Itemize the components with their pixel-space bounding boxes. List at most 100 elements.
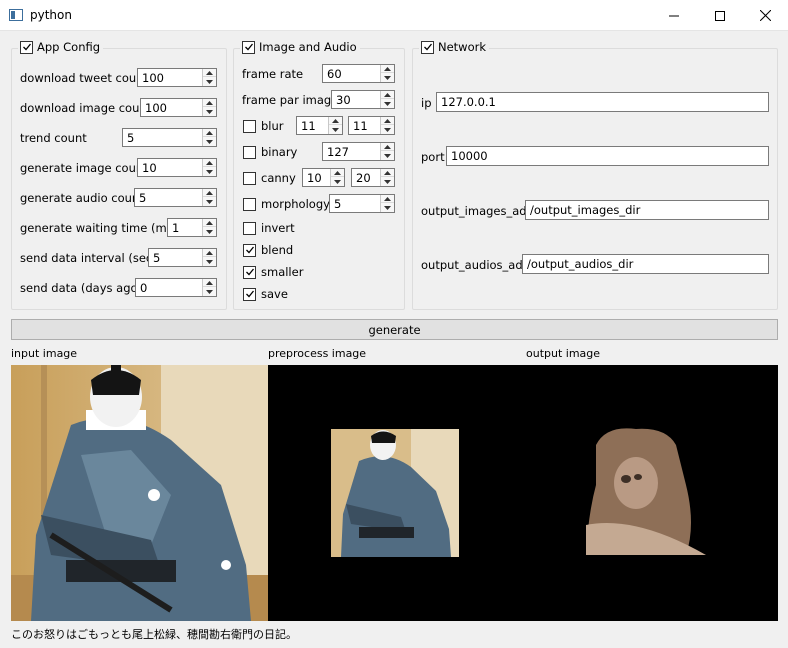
spinbox-arrows[interactable] — [202, 99, 216, 116]
invert-checkbox[interactable] — [243, 221, 256, 235]
ip-input[interactable]: 127.0.0.1 — [436, 92, 769, 112]
generate-waiting-time-label: generate waiting time (min) — [20, 221, 182, 235]
spin-up-icon — [206, 160, 213, 165]
download-tweet-count-spinbox[interactable]: 100 — [137, 68, 217, 87]
app-config-checkbox[interactable] — [20, 40, 33, 54]
spin-up-icon — [334, 170, 341, 175]
spinbox-arrows[interactable] — [202, 69, 216, 86]
generate-image-count-spinbox[interactable]: 10 — [137, 158, 217, 177]
blur-kernel-y-spinbox[interactable]: 11 — [348, 116, 395, 135]
spinbox-arrows[interactable] — [202, 279, 216, 296]
morphology-kernel-spinbox[interactable]: 5 — [329, 194, 395, 213]
morphology-option[interactable]: morphology — [243, 197, 330, 211]
generate-audio-count-spinbox[interactable]: 5 — [134, 188, 217, 207]
output-audios-addr-label: output_audios_addr — [421, 258, 535, 272]
trend-count-spinbox[interactable]: 5 — [122, 128, 217, 147]
preprocess-image-label: preprocess image — [268, 347, 367, 360]
smaller-option[interactable]: smaller — [243, 265, 303, 279]
smaller-checkbox[interactable] — [243, 265, 256, 279]
frame-rate-value: 60 — [327, 67, 342, 81]
app-config-header: App Config — [18, 40, 104, 54]
close-button[interactable] — [742, 0, 788, 31]
python-app-icon — [9, 9, 23, 21]
spin-down-icon — [206, 140, 213, 144]
network-title: Network — [438, 40, 487, 54]
preprocess-image — [268, 365, 526, 621]
canny-threshold2-spinbox[interactable]: 20 — [351, 168, 395, 187]
spin-down-icon — [206, 110, 213, 114]
spin-down-icon — [384, 206, 391, 210]
spin-up-icon — [206, 250, 213, 255]
app-config-title: App Config — [37, 40, 101, 54]
spinbox-arrows[interactable] — [380, 65, 394, 82]
invert-option[interactable]: invert — [243, 221, 295, 235]
frame-per-image-label: frame par image — [242, 93, 339, 107]
image-audio-title: Image and Audio — [259, 40, 357, 54]
binary-checkbox[interactable] — [243, 145, 256, 159]
generate-button[interactable]: generate — [11, 319, 778, 340]
checkmark-icon — [245, 290, 254, 298]
blur-option[interactable]: blur — [243, 119, 284, 133]
spinbox-arrows[interactable] — [202, 159, 216, 176]
frame-per-image-spinbox[interactable]: 30 — [331, 90, 395, 109]
send-data-days-ago-spinbox[interactable]: 0 — [135, 278, 217, 297]
blur-kernel-x-spinbox[interactable]: 11 — [296, 116, 343, 135]
spinbox-arrows[interactable] — [330, 169, 344, 186]
blur-checkbox[interactable] — [243, 119, 256, 133]
output-images-addr-input[interactable]: /output_images_dir — [525, 200, 769, 220]
spinbox-arrows[interactable] — [380, 117, 394, 134]
spinbox-arrows[interactable] — [202, 219, 216, 236]
spinbox-arrows[interactable] — [380, 169, 394, 186]
blend-checkbox[interactable] — [243, 243, 256, 257]
minimize-icon — [669, 15, 679, 16]
save-option[interactable]: save — [243, 287, 288, 301]
input-image — [11, 365, 268, 621]
spinbox-arrows[interactable] — [380, 143, 394, 160]
blend-label: blend — [261, 243, 294, 257]
trend-count-label: trend count — [20, 131, 87, 145]
generate-image-count-value: 10 — [142, 161, 157, 175]
binary-threshold-spinbox[interactable]: 127 — [322, 142, 395, 161]
generate-waiting-time-spinbox[interactable]: 1 — [167, 218, 217, 237]
canny-threshold1-spinbox[interactable]: 10 — [302, 168, 345, 187]
download-image-count-spinbox[interactable]: 100 — [140, 98, 217, 117]
blend-option[interactable]: blend — [243, 243, 293, 257]
spin-down-icon — [206, 170, 213, 174]
spinbox-arrows[interactable] — [202, 249, 216, 266]
spinbox-arrows[interactable] — [202, 189, 216, 206]
spin-up-icon — [384, 92, 391, 97]
send-data-days-ago-label: send data (days ago) — [20, 281, 143, 295]
spin-down-icon — [384, 154, 391, 158]
minimize-button[interactable] — [651, 0, 697, 31]
canny-checkbox[interactable] — [243, 171, 256, 185]
blur-kernel-x-value: 11 — [301, 119, 316, 133]
maximize-button[interactable] — [697, 0, 743, 31]
spin-down-icon — [384, 102, 391, 106]
canny-threshold2-value: 20 — [356, 171, 371, 185]
port-input[interactable]: 10000 — [446, 146, 769, 166]
spin-down-icon — [206, 80, 213, 84]
canny-threshold1-value: 10 — [307, 171, 322, 185]
send-data-interval-spinbox[interactable]: 5 — [148, 248, 217, 267]
output-image — [526, 365, 778, 621]
download-image-count-value: 100 — [145, 101, 167, 115]
spin-up-icon — [384, 144, 391, 149]
image-audio-checkbox[interactable] — [242, 40, 255, 54]
canny-option[interactable]: canny — [243, 171, 296, 185]
spinbox-arrows[interactable] — [380, 195, 394, 212]
output-audios-addr-input[interactable]: /output_audios_dir — [522, 254, 769, 274]
generate-audio-count-value: 5 — [139, 191, 147, 205]
network-checkbox[interactable] — [421, 40, 434, 54]
spin-up-icon — [384, 196, 391, 201]
save-checkbox[interactable] — [243, 287, 256, 301]
binary-option[interactable]: binary — [243, 145, 297, 159]
spinbox-arrows[interactable] — [328, 117, 342, 134]
spin-up-icon — [332, 118, 339, 123]
frame-rate-spinbox[interactable]: 60 — [322, 64, 395, 83]
close-icon — [759, 10, 771, 21]
spinbox-arrows[interactable] — [380, 91, 394, 108]
morphology-checkbox[interactable] — [243, 197, 256, 211]
spinbox-arrows[interactable] — [202, 129, 216, 146]
blur-label: blur — [261, 119, 284, 133]
generate-waiting-time-value: 1 — [172, 221, 180, 235]
